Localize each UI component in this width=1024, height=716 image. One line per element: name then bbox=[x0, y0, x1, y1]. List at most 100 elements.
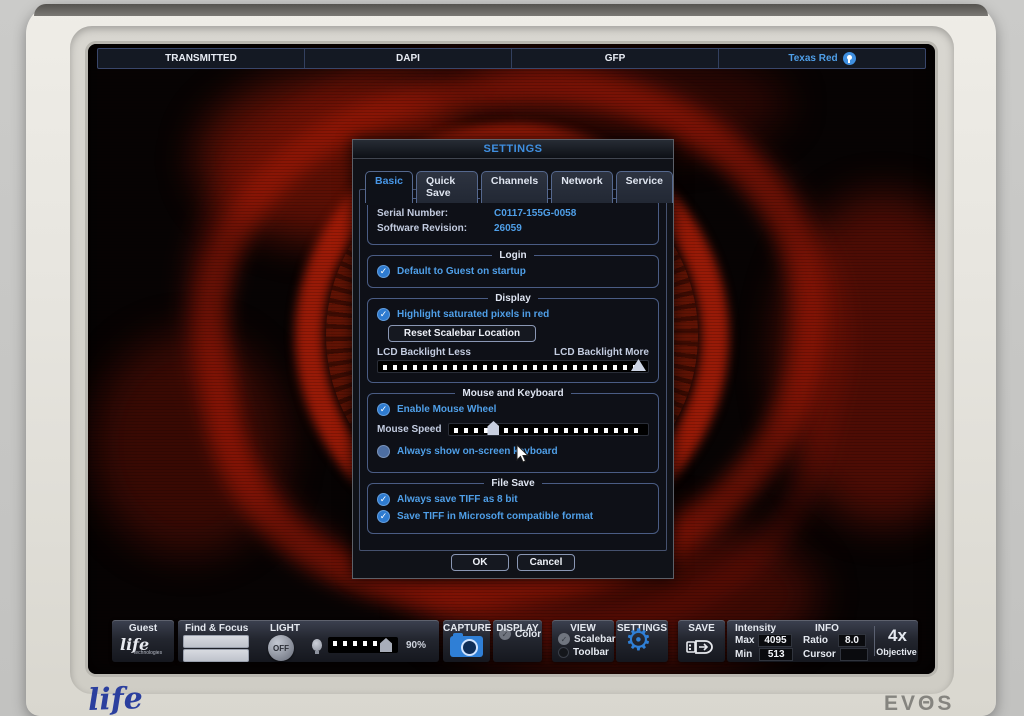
dialog-footer: OK Cancel bbox=[353, 554, 673, 571]
checkbox-label: Default to Guest on startup bbox=[397, 266, 526, 277]
channel-tab-bar: TRANSMITTED DAPI GFP Texas Red bbox=[97, 48, 926, 69]
tab-quick-save[interactable]: Quick Save bbox=[416, 171, 478, 203]
tab-label: Texas Red bbox=[788, 53, 837, 64]
light-bulb-icon bbox=[312, 639, 322, 651]
find-focus-label: Find & Focus bbox=[185, 623, 248, 634]
reset-scalebar-button[interactable]: Reset Scalebar Location bbox=[388, 325, 536, 342]
mouse-speed-label: Mouse Speed bbox=[377, 424, 441, 435]
backlight-less-label: LCD Backlight Less bbox=[377, 347, 471, 358]
light-brightness-slider[interactable] bbox=[328, 637, 398, 653]
lcd-backlight-slider[interactable] bbox=[377, 360, 649, 373]
min-value: 513 bbox=[759, 648, 793, 661]
tab-label: GFP bbox=[605, 53, 626, 64]
group-mouse-keyboard: Mouse and Keyboard Enable Mouse Wheel Mo… bbox=[367, 388, 659, 473]
save-panel[interactable]: SAVE bbox=[678, 620, 725, 662]
tab-transmitted[interactable]: TRANSMITTED bbox=[98, 49, 305, 68]
max-label: Max bbox=[735, 635, 754, 646]
status-panel: Intensity INFO Max 4095 Min 513 Ratio 8.… bbox=[727, 620, 918, 662]
toolbar-label: Toolbar bbox=[573, 647, 609, 658]
max-value: 4095 bbox=[758, 634, 792, 647]
checkbox-label: Always show on-screen keyboard bbox=[397, 446, 558, 457]
checkbox-onscreen-keyboard[interactable] bbox=[377, 445, 390, 458]
slider-track bbox=[383, 365, 643, 370]
camera-icon bbox=[450, 636, 483, 657]
group-legend: Display bbox=[488, 293, 538, 304]
group-login: Login Default to Guest on startup bbox=[367, 250, 659, 288]
intensity-label: Intensity bbox=[735, 623, 776, 634]
tab-network[interactable]: Network bbox=[551, 171, 612, 203]
dialog-tab-strip: Basic Quick Save Channels Network Servic… bbox=[365, 171, 673, 203]
serial-number-label: Serial Number: bbox=[377, 208, 487, 219]
checkbox-default-guest[interactable] bbox=[377, 265, 390, 278]
dialog-title: SETTINGS bbox=[353, 140, 673, 159]
gear-icon: ⚙ bbox=[625, 626, 652, 656]
tab-gfp[interactable]: GFP bbox=[512, 49, 719, 68]
find-focus-button-1[interactable] bbox=[183, 635, 249, 648]
checkbox-label: Save TIFF in Microsoft compatible format bbox=[397, 511, 593, 522]
scalebar-check-icon[interactable] bbox=[558, 633, 570, 645]
checkbox-label: Enable Mouse Wheel bbox=[397, 404, 496, 415]
basic-tab-panel: This EVOS Serial Number: C0117-155G-0058… bbox=[359, 189, 667, 551]
bottom-toolbar: Guest life technologies Find & Focus LIG… bbox=[88, 620, 935, 664]
checkbox-enable-mouse-wheel[interactable] bbox=[377, 403, 390, 416]
software-revision-label: Software Revision: bbox=[377, 223, 487, 234]
objective-label: Objective bbox=[875, 647, 918, 657]
tab-texas-red[interactable]: Texas Red bbox=[719, 49, 925, 68]
guest-label: Guest bbox=[112, 623, 174, 634]
info-label: INFO bbox=[815, 623, 839, 634]
tab-label: DAPI bbox=[396, 53, 420, 64]
group-file-save: File Save Always save TIFF as 8 bit Save… bbox=[367, 478, 659, 534]
cursor-value bbox=[840, 648, 868, 661]
light-brightness-value: 90% bbox=[406, 640, 426, 651]
life-technologies-sub: technologies bbox=[134, 650, 162, 656]
lcd-screen: TRANSMITTED DAPI GFP Texas Red SETTINGS … bbox=[88, 44, 935, 674]
mouse-speed-slider[interactable] bbox=[448, 423, 649, 436]
capture-panel[interactable]: CAPTURE bbox=[443, 620, 490, 662]
mouse-cursor bbox=[516, 444, 530, 464]
group-display: Display Highlight saturated pixels in re… bbox=[367, 293, 659, 383]
group-legend: Login bbox=[492, 250, 533, 261]
illumination-bulb-icon bbox=[843, 52, 856, 65]
view-label: VIEW bbox=[552, 623, 614, 634]
checkbox-tiff-ms-format[interactable] bbox=[377, 510, 390, 523]
ratio-label: Ratio bbox=[803, 635, 828, 646]
checkbox-label: Always save TIFF as 8 bit bbox=[397, 494, 518, 505]
tab-dapi[interactable]: DAPI bbox=[305, 49, 512, 68]
display-label: DISPLAY bbox=[493, 623, 542, 634]
group-legend: File Save bbox=[484, 478, 541, 489]
life-logo: life bbox=[87, 681, 143, 716]
objective-magnification: 4x bbox=[877, 626, 918, 646]
min-label: Min bbox=[735, 649, 752, 660]
toolbar-check-icon[interactable] bbox=[558, 647, 569, 658]
ok-button[interactable]: OK bbox=[451, 554, 509, 571]
checkbox-highlight-saturated[interactable] bbox=[377, 308, 390, 321]
checkbox-tiff-8bit[interactable] bbox=[377, 493, 390, 506]
find-focus-light-panel: Find & Focus LIGHT OFF 90% bbox=[178, 620, 439, 662]
find-focus-button-2[interactable] bbox=[183, 649, 249, 662]
group-legend: Mouse and Keyboard bbox=[455, 388, 570, 399]
tab-label: TRANSMITTED bbox=[165, 53, 237, 64]
tab-basic[interactable]: Basic bbox=[365, 171, 413, 203]
display-panel: DISPLAY Color bbox=[493, 620, 542, 662]
view-panel: VIEW Scalebar Toolbar bbox=[552, 620, 614, 662]
monitor-top-edge bbox=[34, 4, 988, 16]
evos-logo: EVΘS bbox=[884, 692, 954, 716]
backlight-more-label: LCD Backlight More bbox=[554, 347, 649, 358]
mouse-speed-slider-thumb[interactable] bbox=[487, 421, 499, 435]
save-label: SAVE bbox=[678, 623, 725, 634]
tab-channels[interactable]: Channels bbox=[481, 171, 548, 203]
checkbox-label: Highlight saturated pixels in red bbox=[397, 309, 549, 320]
software-revision-value: 26059 bbox=[494, 223, 522, 234]
cursor-label: Cursor bbox=[803, 649, 836, 660]
ratio-value: 8.0 bbox=[838, 634, 866, 647]
serial-number-value: C0117-155G-0058 bbox=[494, 208, 576, 219]
slider-track bbox=[454, 428, 643, 433]
light-label: LIGHT bbox=[270, 623, 300, 634]
usb-drive-icon bbox=[686, 637, 716, 657]
cancel-button[interactable]: Cancel bbox=[517, 554, 575, 571]
light-off-button[interactable]: OFF bbox=[268, 635, 294, 661]
tab-service[interactable]: Service bbox=[616, 171, 673, 203]
settings-panel[interactable]: SETTINGS ⚙ bbox=[616, 620, 668, 662]
guest-panel[interactable]: Guest life technologies bbox=[112, 620, 174, 662]
capture-label: CAPTURE bbox=[443, 623, 490, 634]
